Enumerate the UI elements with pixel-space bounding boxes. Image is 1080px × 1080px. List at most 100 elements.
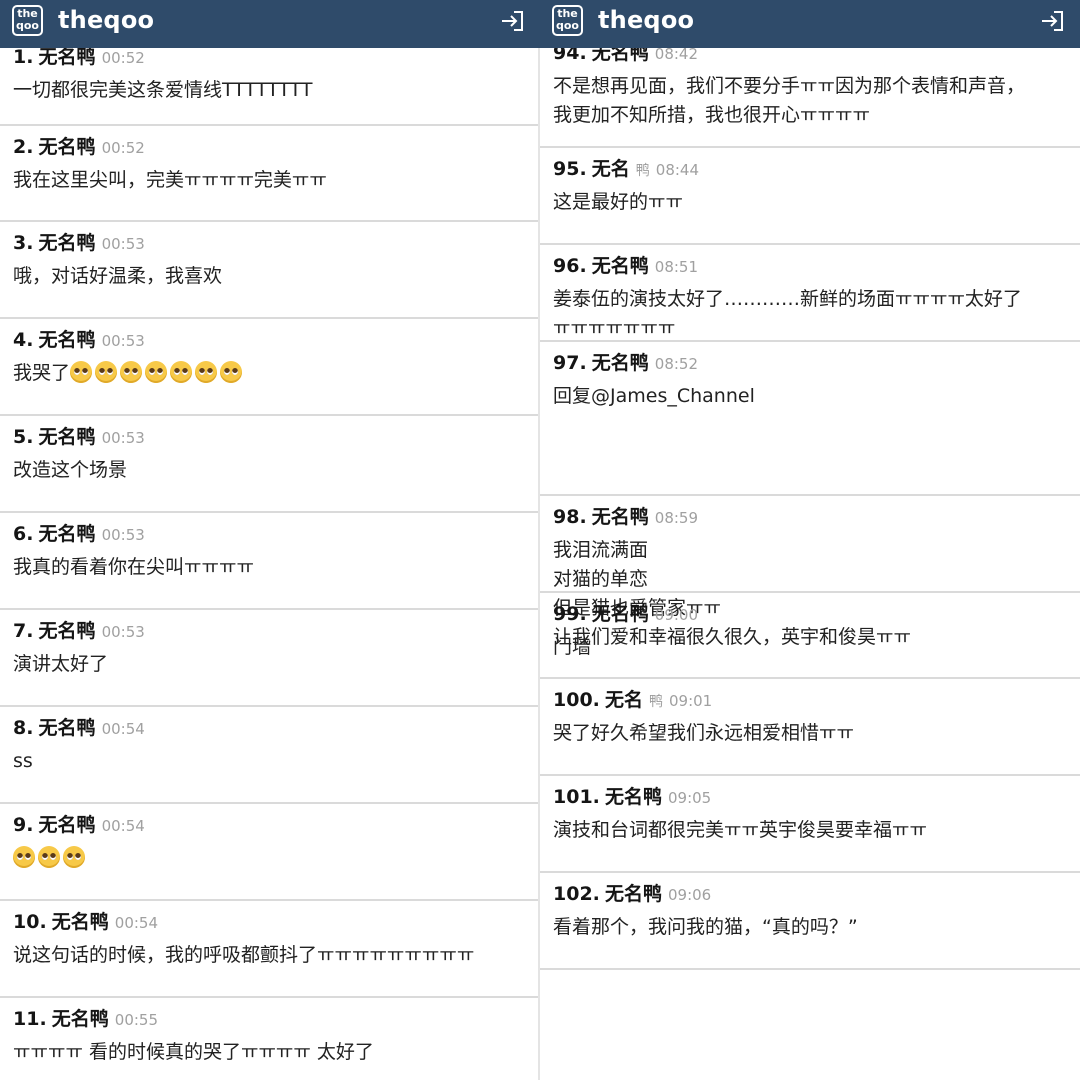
- comment-number: 4.: [13, 329, 34, 351]
- comment-header: 6. 无名鸭 00:53: [13, 519, 145, 546]
- comment-body: ss: [13, 747, 530, 776]
- comment-body: 哭了好久希望我们永远相爱相惜ㅠㅠ: [553, 719, 1070, 748]
- top-bar: the qoo theqoo: [540, 0, 1080, 48]
- comment-item[interactable]: 94. 无名鸭 08:42 不是想再见面，我们不要分手ㅠㅠ因为那个表情和声音， 我更…: [540, 40, 1080, 148]
- comment-text: 我真的看着你在尖叫ㅠㅠㅠㅠ: [13, 556, 254, 578]
- comment-author: 无名: [591, 158, 630, 180]
- pleading-face-emoji-icon: [170, 361, 193, 383]
- comment-body: 一切都很完美这条爱情线TTTTTTTT: [13, 76, 530, 105]
- comment-item[interactable]: 7. 无名鸭 00:53 演讲太好了: [0, 608, 540, 707]
- comment-timestamp: 00:52: [101, 139, 145, 157]
- comment-item[interactable]: 95. 无名鸭 08:44 这是最好的ㅠㅠ: [540, 146, 1080, 245]
- comment-header: 11. 无名鸭 00:55: [13, 1004, 158, 1031]
- comment-number: 2.: [13, 136, 34, 158]
- comment-timestamp: 08:52: [654, 355, 699, 373]
- comment-body: 回复@James_Channel: [553, 382, 1070, 411]
- theqoo-logo[interactable]: the qoo: [12, 5, 43, 36]
- comment-header: 2. 无名鸭 00:52: [13, 132, 145, 159]
- comment-author: 无名鸭: [591, 603, 649, 625]
- comment-header: 3. 无名鸭 00:53: [13, 228, 145, 255]
- comment-body: 我真的看着你在尖叫ㅠㅠㅠㅠ: [13, 553, 530, 582]
- site-name[interactable]: theqoo: [58, 6, 154, 34]
- left-screenshot-panel: 1. 无名鸭 00:52 一切都很完美这条爱情线TTTTTTTT 2. 无名鸭 00:5…: [0, 0, 540, 1080]
- comment-item[interactable]: 9. 无名鸭 00:54: [0, 802, 540, 901]
- comment-author: 无名鸭: [38, 136, 96, 158]
- pleading-face-emoji-icon: [70, 361, 93, 383]
- comment-timestamp: 00:53: [101, 429, 145, 447]
- comment-author: 无名鸭: [51, 1008, 109, 1030]
- comment-author: 无名鸭: [591, 255, 649, 277]
- comment-item[interactable]: 97. 无名鸭 08:52 回复@James_Channel: [540, 340, 1080, 496]
- comment-timestamp: 00:53: [101, 235, 145, 253]
- comment-body: 改造这个场景: [13, 456, 530, 485]
- comment-item[interactable]: 11. 无名鸭 00:55 ㅠㅠㅠㅠ 看的时候真的哭了ㅠㅠㅠㅠ 太好了: [0, 996, 540, 1080]
- comment-author: 无名鸭: [591, 352, 649, 374]
- comment-header: 97. 无名鸭 08:52: [553, 348, 698, 375]
- comment-number: 102.: [553, 883, 600, 905]
- comment-timestamp: 08:59: [654, 509, 699, 527]
- comment-header: 7. 无名鸭 00:53: [13, 616, 145, 643]
- comment-header: 100. 无名鸭 09:01: [553, 685, 712, 712]
- comment-author: 无名: [604, 689, 643, 711]
- comment-body: 哦，对话好温柔，我喜欢: [13, 262, 530, 291]
- comment-timestamp: 09:06: [668, 886, 712, 904]
- pleading-face-emoji-icon: [145, 361, 168, 383]
- comment-item[interactable]: 10. 无名鸭 00:54 说这句话的时候，我的呼吸都颤抖了ㅠㅠㅠㅠㅠㅠㅠㅠㅠ: [0, 899, 540, 998]
- comment-text: 改造这个场景: [13, 459, 128, 481]
- pleading-face-emoji-icon: [195, 361, 218, 383]
- comment-author: 无名鸭: [38, 329, 96, 351]
- comment-item[interactable]: 8. 无名鸭 00:54 ss: [0, 705, 540, 804]
- comment-header: 96. 无名鸭 08:51: [553, 251, 698, 278]
- comment-item[interactable]: 101. 无名鸭 09:05 演技和台词都很完美ㅠㅠ英宇俊昊要幸福ㅠㅠ: [540, 774, 1080, 873]
- comment-item[interactable]: 4. 无名鸭 00:53 我哭了: [0, 317, 540, 416]
- theqoo-logo[interactable]: the qoo: [552, 5, 583, 36]
- site-name[interactable]: theqoo: [598, 6, 694, 34]
- comment-author: 无名鸭: [591, 506, 649, 528]
- comment-text: 不是想再见面，我们不要分手ㅠㅠ因为那个表情和声音， 我更加不知所措，我也很开心ㅠ…: [553, 75, 1025, 126]
- comment-author-suffix: 鸭: [649, 694, 663, 710]
- comment-header: 99. 无名鸭 09:00: [553, 599, 698, 626]
- comment-number: 5.: [13, 426, 34, 448]
- comment-timestamp: 00:54: [101, 817, 145, 835]
- comment-text: 我哭了: [13, 362, 71, 384]
- comment-body: 姜泰伍的演技太好了…………新鲜的场面ㅠㅠㅠㅠ太好了 ㅠㅠㅠㅠㅠㅠㅠ: [553, 285, 1070, 343]
- comment-number: 10.: [13, 911, 47, 933]
- comment-item[interactable]: 98. 无名鸭 08:59 我泪流满面 对猫的单恋 但是猫也爱管家ㅠㅠ 让我们爱和幸…: [540, 494, 1080, 648]
- comment-author: 无名鸭: [604, 786, 662, 808]
- comment-text: ㅠㅠㅠㅠ 看的时候真的哭了ㅠㅠㅠㅠ 太好了: [13, 1041, 374, 1063]
- comment-item[interactable]: 96. 无名鸭 08:51 姜泰伍的演技太好了…………新鲜的场面ㅠㅠㅠㅠ太好了 ㅠㅠ…: [540, 243, 1080, 342]
- comment-header: 9. 无名鸭 00:54: [13, 810, 145, 837]
- comment-body: 这是最好的ㅠㅠ: [553, 188, 1070, 217]
- comment-item[interactable]: 2. 无名鸭 00:52 我在这里尖叫，完美ㅠㅠㅠㅠ完美ㅠㅠ: [0, 124, 540, 222]
- comment-item[interactable]: 102. 无名鸭 09:06 看着那个，我问我的猫，“真的吗？”: [540, 871, 1080, 970]
- comment-timestamp: 00:53: [101, 623, 145, 641]
- comment-author: 无名鸭: [38, 232, 96, 254]
- comment-body: 门墙: [553, 633, 1070, 662]
- comment-author: 无名鸭: [38, 814, 96, 836]
- comment-text: 哭了好久希望我们永远相爱相惜ㅠㅠ: [553, 722, 854, 744]
- comment-item[interactable]: 3. 无名鸭 00:53 哦，对话好温柔，我喜欢: [0, 220, 540, 319]
- comment-timestamp: 00:54: [101, 720, 145, 738]
- comment-body: 不是想再见面，我们不要分手ㅠㅠ因为那个表情和声音， 我更加不知所措，我也很开心ㅠ…: [553, 72, 1070, 130]
- comment-number: 95.: [553, 158, 587, 180]
- login-arrow-icon[interactable]: [500, 9, 526, 33]
- comment-body: 演讲太好了: [13, 650, 530, 679]
- comment-timestamp: 09:01: [669, 692, 713, 710]
- comment-text: 演技和台词都很完美ㅠㅠ英宇俊昊要幸福ㅠㅠ: [553, 819, 927, 841]
- comment-item[interactable]: 100. 无名鸭 09:01 哭了好久希望我们永远相爱相惜ㅠㅠ: [540, 677, 1080, 776]
- login-arrow-icon[interactable]: [1040, 9, 1066, 33]
- comment-body: 看着那个，我问我的猫，“真的吗？”: [553, 913, 1070, 942]
- comment-number: 101.: [553, 786, 600, 808]
- right-screenshot-panel: 94. 无名鸭 08:42 不是想再见面，我们不要分手ㅠㅠ因为那个表情和声音， 我更…: [540, 0, 1080, 1080]
- comment-item[interactable]: 6. 无名鸭 00:53 我真的看着你在尖叫ㅠㅠㅠㅠ: [0, 511, 540, 610]
- comment-body: 我在这里尖叫，完美ㅠㅠㅠㅠ完美ㅠㅠ: [13, 166, 530, 195]
- comment-number: 96.: [553, 255, 587, 277]
- comment-item[interactable]: 5. 无名鸭 00:53 改造这个场景: [0, 414, 540, 513]
- comment-item[interactable]: 1. 无名鸭 00:52 一切都很完美这条爱情线TTTTTTTT: [0, 40, 540, 126]
- comment-number: 8.: [13, 717, 34, 739]
- comment-item[interactable]: 99. 无名鸭 09:00 门墙: [540, 591, 1080, 679]
- top-bar: the qoo theqoo: [0, 0, 540, 48]
- comment-header: 5. 无名鸭 00:53: [13, 422, 145, 449]
- comment-header: 98. 无名鸭 08:59: [553, 502, 698, 529]
- comment-number: 3.: [13, 232, 34, 254]
